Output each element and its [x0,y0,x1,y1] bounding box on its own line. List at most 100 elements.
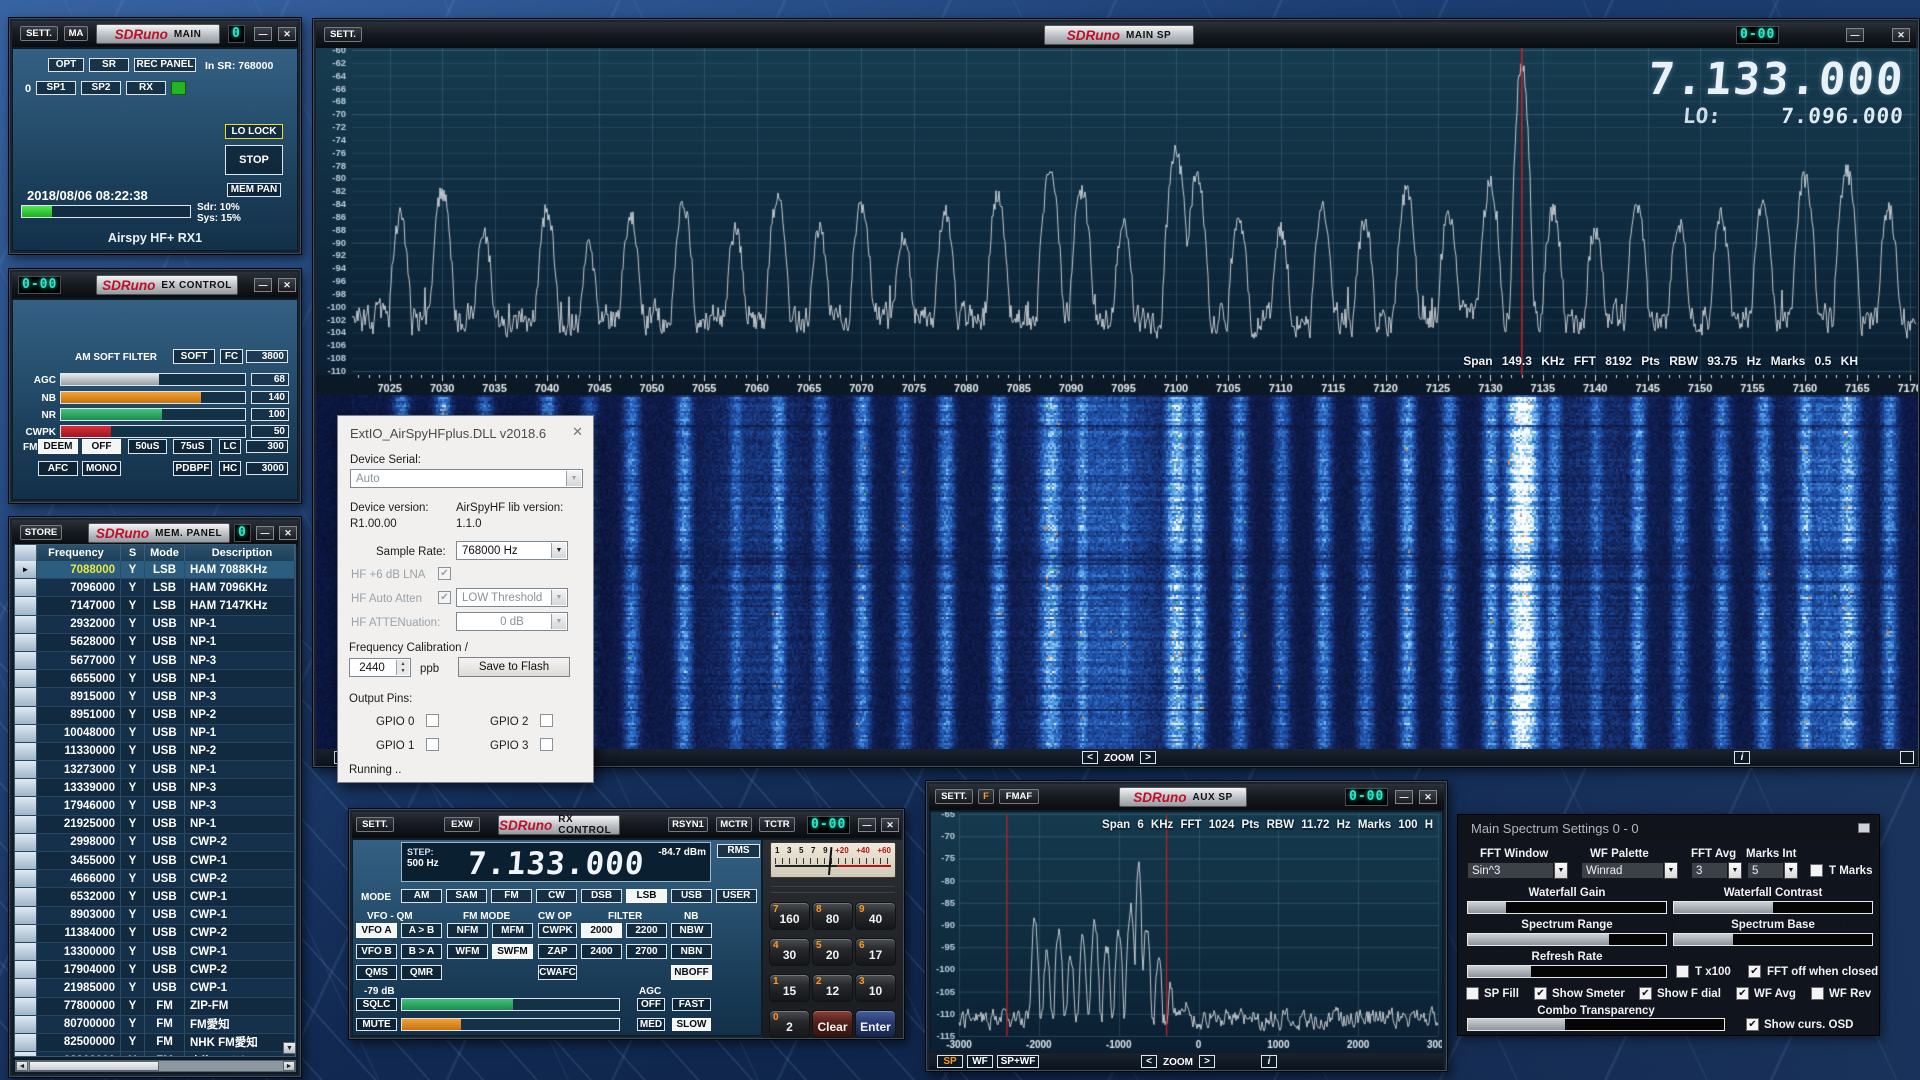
memory-row[interactable]: ► 11384000 Y USB CWP-2 [15,925,295,943]
mono-button[interactable]: MONO [82,461,121,476]
fc-button[interactable]: FC [220,349,243,364]
memory-row[interactable]: ► 92900000 Y FM 東海ラジオ [15,1052,295,1057]
sp2-button[interactable]: SP2 [81,81,121,95]
marks-int-dropdown-arrow-icon[interactable]: ▼ [1784,862,1798,879]
rx-grid-button[interactable]: QMS [356,965,397,980]
mode-button[interactable]: FM [491,889,532,903]
aux-spectrum-canvas[interactable] [931,812,1442,1052]
sqlc-button[interactable]: SQLC [356,998,397,1011]
scroll-left-icon[interactable]: ◄ [16,1061,28,1071]
keypad-key[interactable]: 8 80 [812,902,853,930]
rx-grid-button[interactable]: 2700 [626,944,667,959]
lo-lock-button[interactable]: LO LOCK [225,124,283,139]
mem-close-icon[interactable]: ✕ [279,526,297,540]
row-selector-cell[interactable]: ► [15,1016,37,1033]
memory-row[interactable]: ► 13339000 Y USB NP-3 [15,779,295,797]
row-selector-cell[interactable]: ► [15,579,37,596]
settings-title-bar[interactable]: Main Spectrum Settings 0 - 0 [1459,816,1878,841]
row-selector-cell[interactable]: ► [15,561,37,578]
resize-button[interactable] [1900,751,1914,764]
rx-grid-button[interactable]: NBOFF [671,965,712,980]
rx-grid-button[interactable]: NFM [447,923,488,938]
memory-row[interactable]: ► 6655000 Y USB NP-1 [15,670,295,688]
rx-grid-button[interactable]: 2000 [581,923,622,938]
zoom-in-button[interactable]: > [1140,751,1156,764]
mode-column-header[interactable]: Mode [145,545,185,561]
row-selector-cell[interactable]: ► [15,979,37,996]
horizontal-scrollbar[interactable]: ◄ ► [15,1060,296,1072]
hc-value[interactable]: 3000 [246,462,288,475]
row-selector-cell[interactable]: ► [15,797,37,814]
main-sp-sett-button[interactable]: SETT. [324,27,362,42]
mode-button[interactable]: USER [716,889,757,903]
row-selector-cell[interactable]: ► [15,888,37,905]
frequency-column-header[interactable]: Frequency [37,545,121,561]
memory-row[interactable]: ► 10048000 Y USB NP-1 [15,725,295,743]
squelch-slider[interactable] [401,998,620,1011]
fft-avg-dropdown-arrow-icon[interactable]: ▼ [1728,862,1742,879]
keypad-key[interactable]: 1 15 [769,974,810,1002]
keypad-key[interactable]: 9 40 [855,902,896,930]
marks-int-dropdown[interactable]: 5 [1747,862,1784,879]
main-ma-button[interactable]: MA [64,26,88,41]
row-selector-cell[interactable]: ► [15,597,37,614]
agc-off-button[interactable]: OFF [637,998,665,1011]
sp-fill-checkbox[interactable]: ✔ [1466,987,1479,1000]
freq-cal-value[interactable]: 2440 [350,662,394,674]
pdbpf-button[interactable]: PDBPF [173,461,212,476]
deemphasis-50us-button[interactable]: 50uS [128,439,167,454]
agc-slow-button[interactable]: SLOW [672,1018,711,1031]
memory-row[interactable]: ► 8915000 Y USB NP-3 [15,688,295,706]
memory-row[interactable]: ► 7147000 Y LSB HAM 7147KHz [15,597,295,615]
wf-palette-dropdown[interactable]: Winrad [1581,862,1664,879]
sample-rate-combo[interactable]: 768000 Hz ▼ [456,541,568,560]
row-selector-cell[interactable]: ► [15,870,37,887]
rx-grid-button[interactable]: 2200 [626,923,667,938]
memory-row[interactable]: ► 17946000 Y USB NP-3 [15,797,295,815]
rx-grid-button[interactable]: B > A [401,944,442,959]
aux-sp-view-button[interactable]: SP [937,1055,963,1068]
memory-row[interactable]: ► 80700000 Y FM FM愛知 [15,1016,295,1034]
slider-track[interactable] [60,391,246,404]
aux-zoom-out-button[interactable]: < [1141,1055,1157,1068]
mem-minimize-icon[interactable]: — [256,526,274,540]
rx-grid-button[interactable]: ZAP [538,944,577,959]
row-selector-cell[interactable]: ► [15,816,37,833]
memory-row[interactable]: ► 2998000 Y USB CWP-2 [15,834,295,852]
row-selector-cell[interactable]: ► [15,707,37,724]
mode-button[interactable]: USB [671,889,712,903]
row-selector-cell[interactable]: ► [15,725,37,742]
wf-palette-dropdown-arrow-icon[interactable]: ▼ [1664,862,1678,879]
keypad-key[interactable]: 7 160 [769,902,810,930]
row-selector-cell[interactable]: ► [15,907,37,924]
waterfall-contrast-slider[interactable] [1673,901,1873,914]
main-sp-minimize-icon[interactable]: — [1846,28,1864,42]
row-selector-cell[interactable]: ► [15,834,37,851]
main-minimize-icon[interactable]: — [254,27,272,41]
mctr-button[interactable]: MCTR [716,817,752,832]
keypad-key[interactable]: 4 30 [769,938,810,966]
description-column-header[interactable]: Description [185,545,295,561]
combo-transparency-slider[interactable] [1467,1018,1725,1031]
gpio2-checkbox[interactable] [540,714,553,727]
rx-grid-button[interactable]: MFM [492,923,533,938]
sr-button[interactable]: SR [89,58,129,72]
rec-panel-button[interactable]: REC PANEL [134,58,196,72]
row-selector-cell[interactable]: ► [15,1034,37,1051]
memory-row[interactable]: ► 5628000 Y USB NP-1 [15,634,295,652]
save-to-flash-button[interactable]: Save to Flash [458,657,570,677]
tctr-button[interactable]: TCTR [759,817,795,832]
scroll-thumb[interactable] [29,1061,159,1071]
memory-row[interactable]: ► 2932000 Y USB NP-1 [15,616,295,634]
main-sp-close-icon[interactable]: ✕ [1892,28,1910,42]
mode-button[interactable]: DSB [581,889,622,903]
memory-row[interactable]: ► 4666000 Y USB CWP-2 [15,870,295,888]
fft-avg-dropdown[interactable]: 3 [1691,862,1728,879]
frequency-ruler[interactable] [316,375,1918,395]
rx-grid-button[interactable]: WFM [447,944,488,959]
aux-zoom-in-button[interactable]: > [1199,1055,1215,1068]
mute-button[interactable]: MUTE [356,1018,397,1031]
row-selector-cell[interactable]: ► [15,616,37,633]
show-f-dial-checkbox[interactable]: ✔ [1639,987,1652,1000]
deem-button[interactable]: DEEM [38,439,78,454]
